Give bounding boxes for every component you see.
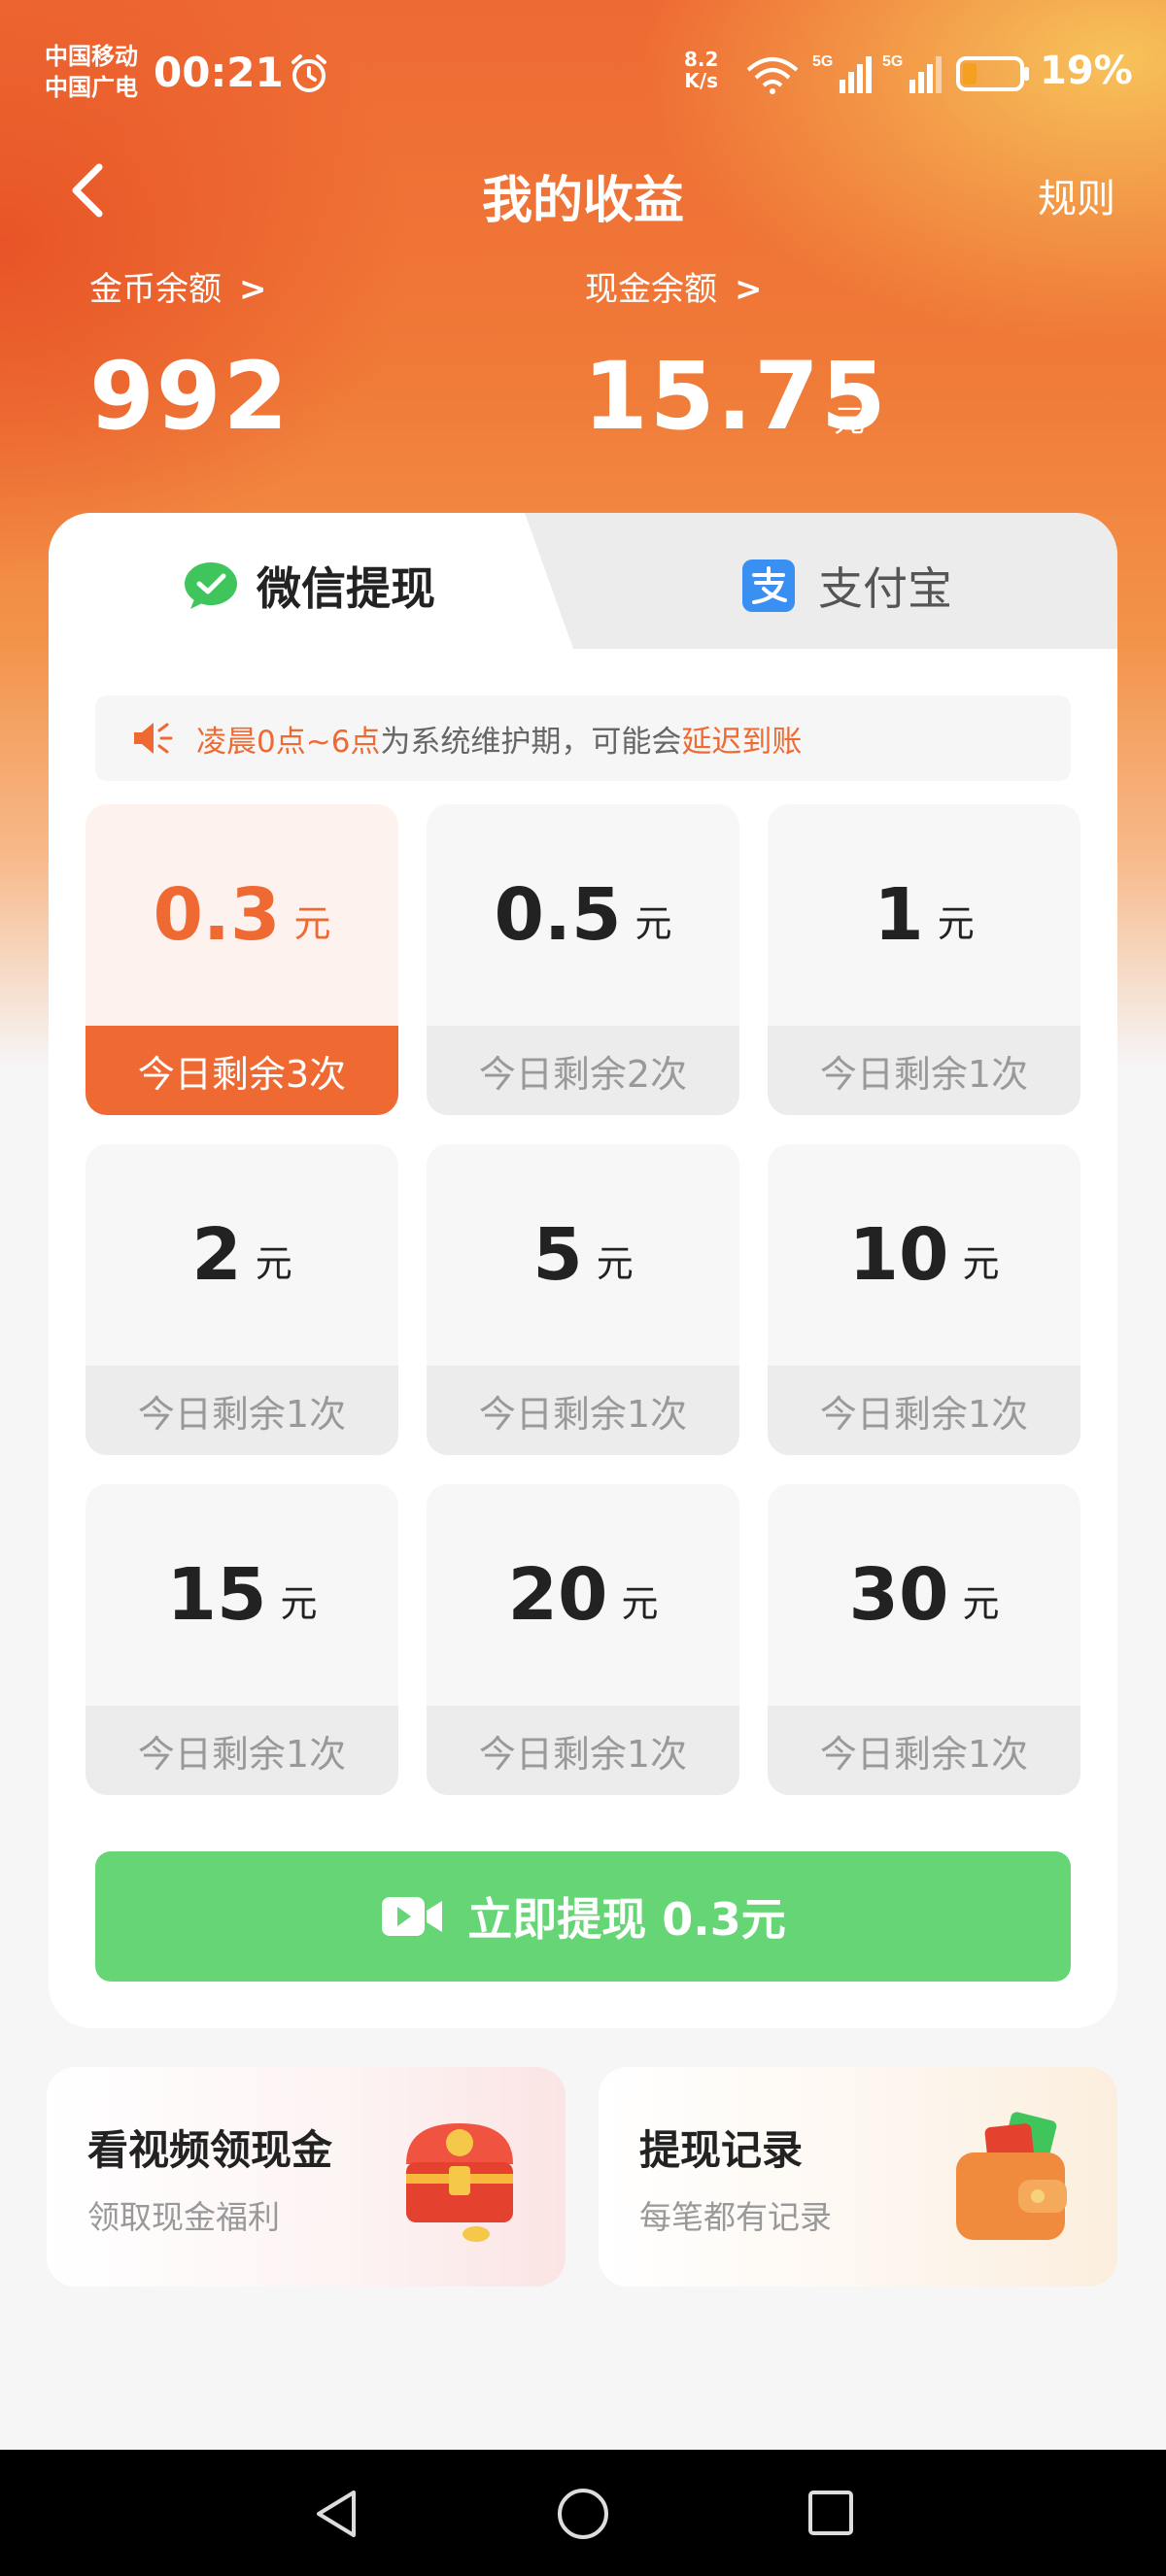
- notice-delay: 延迟到账: [681, 724, 803, 760]
- amount-option[interactable]: 30 元 今日剩余1次: [768, 1484, 1080, 1795]
- amount-unit: 元: [255, 1241, 292, 1285]
- amount-unit: 元: [293, 901, 331, 945]
- remaining-count: 今日剩余2次: [427, 1026, 739, 1115]
- amount-value: 2: [191, 1213, 242, 1297]
- amount-option[interactable]: 20 元 今日剩余1次: [427, 1484, 739, 1795]
- remaining-count: 今日剩余1次: [86, 1706, 398, 1795]
- amount-option[interactable]: 15 元 今日剩余1次: [86, 1484, 398, 1795]
- wechat-icon: [185, 562, 237, 609]
- remaining-count: 今日剩余1次: [768, 1026, 1080, 1115]
- withdraw-records-subtitle: 每笔都有记录: [639, 2198, 832, 2236]
- svg-text:5G: 5G: [812, 53, 833, 70]
- battery-percent: 19%: [1040, 49, 1133, 93]
- amount-value: 15: [166, 1553, 267, 1637]
- withdraw-records-card[interactable]: 提现记录 每笔都有记录: [599, 2067, 1117, 2287]
- tab-alipay[interactable]: 支付宝: [742, 552, 952, 620]
- network-speed: 8.2 K/s: [684, 48, 719, 92]
- coin-balance-link[interactable]: 金币余额 >: [89, 262, 267, 310]
- svg-text:5G: 5G: [882, 53, 903, 70]
- wifi-icon: [746, 57, 799, 94]
- amount-unit: 元: [621, 1581, 659, 1625]
- amount-unit: 元: [596, 1241, 634, 1285]
- remaining-count: 今日剩余1次: [427, 1706, 739, 1795]
- rules-link[interactable]: 规则: [1038, 167, 1115, 223]
- amount-value: 0.3: [153, 873, 281, 957]
- alarm-clock-icon: [292, 54, 326, 92]
- coin-balance-label: 金币余额: [89, 270, 222, 309]
- withdraw-card: 微信提现 支付宝 凌晨0点~6点 为系统维护期，可能会 延迟到账 0.3 元 今日剩余…: [49, 513, 1117, 2028]
- amount-option[interactable]: 2元 今日剩余1次: [86, 1144, 398, 1455]
- treasure-chest-icon: [406, 2123, 513, 2242]
- remaining-count: 今日剩余1次: [427, 1366, 739, 1455]
- amount-unit: 元: [634, 901, 672, 945]
- amount-option[interactable]: 0.5 元 今日剩余2次: [427, 804, 739, 1115]
- tab-alipay-label: 支付宝: [818, 562, 952, 615]
- remaining-count: 今日剩余1次: [768, 1706, 1080, 1795]
- alipay-icon: [742, 559, 795, 612]
- system-navigation-bar: [0, 2450, 1166, 2576]
- status-bar: 中国移动 中国广电 00:21 8.2 K/s 5G 5G 19%: [0, 0, 1166, 146]
- remaining-count: 今日剩余1次: [768, 1366, 1080, 1455]
- amount-unit: 元: [962, 1241, 1000, 1285]
- amount-value: 20: [507, 1553, 608, 1637]
- wallet-icon: [956, 2112, 1067, 2240]
- amount-option[interactable]: 10 元 今日剩余1次: [768, 1144, 1080, 1455]
- amount-option[interactable]: 1元 今日剩余1次: [768, 804, 1080, 1115]
- notice-text: 为系统维护期，可能会: [380, 724, 682, 760]
- carrier-1: 中国移动: [45, 43, 138, 70]
- chevron-right-icon: >: [239, 270, 267, 309]
- cell-signal-icon: 5G: [812, 53, 872, 93]
- withdraw-button-label: 立即提现 0.3元: [467, 1893, 786, 1946]
- amount-value: 30: [848, 1553, 949, 1637]
- maintenance-notice: 凌晨0点~6点 为系统维护期，可能会 延迟到账: [95, 695, 1071, 781]
- withdraw-now-button[interactable]: 立即提现 0.3元: [95, 1851, 1071, 1982]
- tab-wechat[interactable]: 微信提现: [183, 552, 435, 620]
- nav-recent-apps-icon[interactable]: [806, 2489, 855, 2537]
- coin-balance-value: 992: [89, 342, 291, 451]
- amount-unit: 元: [962, 1581, 1000, 1625]
- tab-wechat-label: 微信提现: [257, 562, 435, 615]
- carrier-2: 中国广电: [45, 74, 138, 101]
- remaining-count: 今日剩余3次: [86, 1026, 398, 1115]
- cash-balance-label: 现金余额: [585, 270, 717, 309]
- amount-unit: 元: [280, 1581, 318, 1625]
- amount-unit: 元: [937, 901, 975, 945]
- amount-option[interactable]: 5元 今日剩余1次: [427, 1144, 739, 1455]
- speaker-icon: [134, 723, 173, 754]
- notice-time: 凌晨0点~6点: [196, 724, 381, 760]
- video-camera-icon: [382, 1897, 443, 1936]
- nav-home-icon[interactable]: [556, 2487, 610, 2541]
- cell-signal-icon: 5G: [882, 53, 942, 93]
- cash-balance-link[interactable]: 现金余额 >: [585, 262, 763, 310]
- amount-value: 0.5: [494, 873, 622, 957]
- watch-video-subtitle: 领取现金福利: [87, 2198, 280, 2236]
- amount-value: 5: [532, 1213, 583, 1297]
- page-title: 我的收益: [481, 172, 684, 230]
- amount-option[interactable]: 0.3 元 今日剩余3次: [86, 804, 398, 1115]
- watch-video-card[interactable]: 看视频领现金 领取现金福利: [47, 2067, 566, 2287]
- cash-balance-unit: 元: [834, 402, 866, 439]
- watch-video-title: 看视频领现金: [87, 2126, 333, 2174]
- nav-back-icon[interactable]: [311, 2487, 361, 2541]
- withdraw-records-title: 提现记录: [639, 2126, 804, 2174]
- amount-value: 1: [874, 873, 924, 957]
- chevron-right-icon: >: [735, 270, 763, 309]
- battery-icon: [956, 56, 1029, 91]
- carrier-labels: 中国移动 中国广电: [45, 41, 138, 103]
- remaining-count: 今日剩余1次: [86, 1366, 398, 1455]
- status-time: 00:21: [154, 49, 284, 96]
- amount-value: 10: [848, 1213, 949, 1297]
